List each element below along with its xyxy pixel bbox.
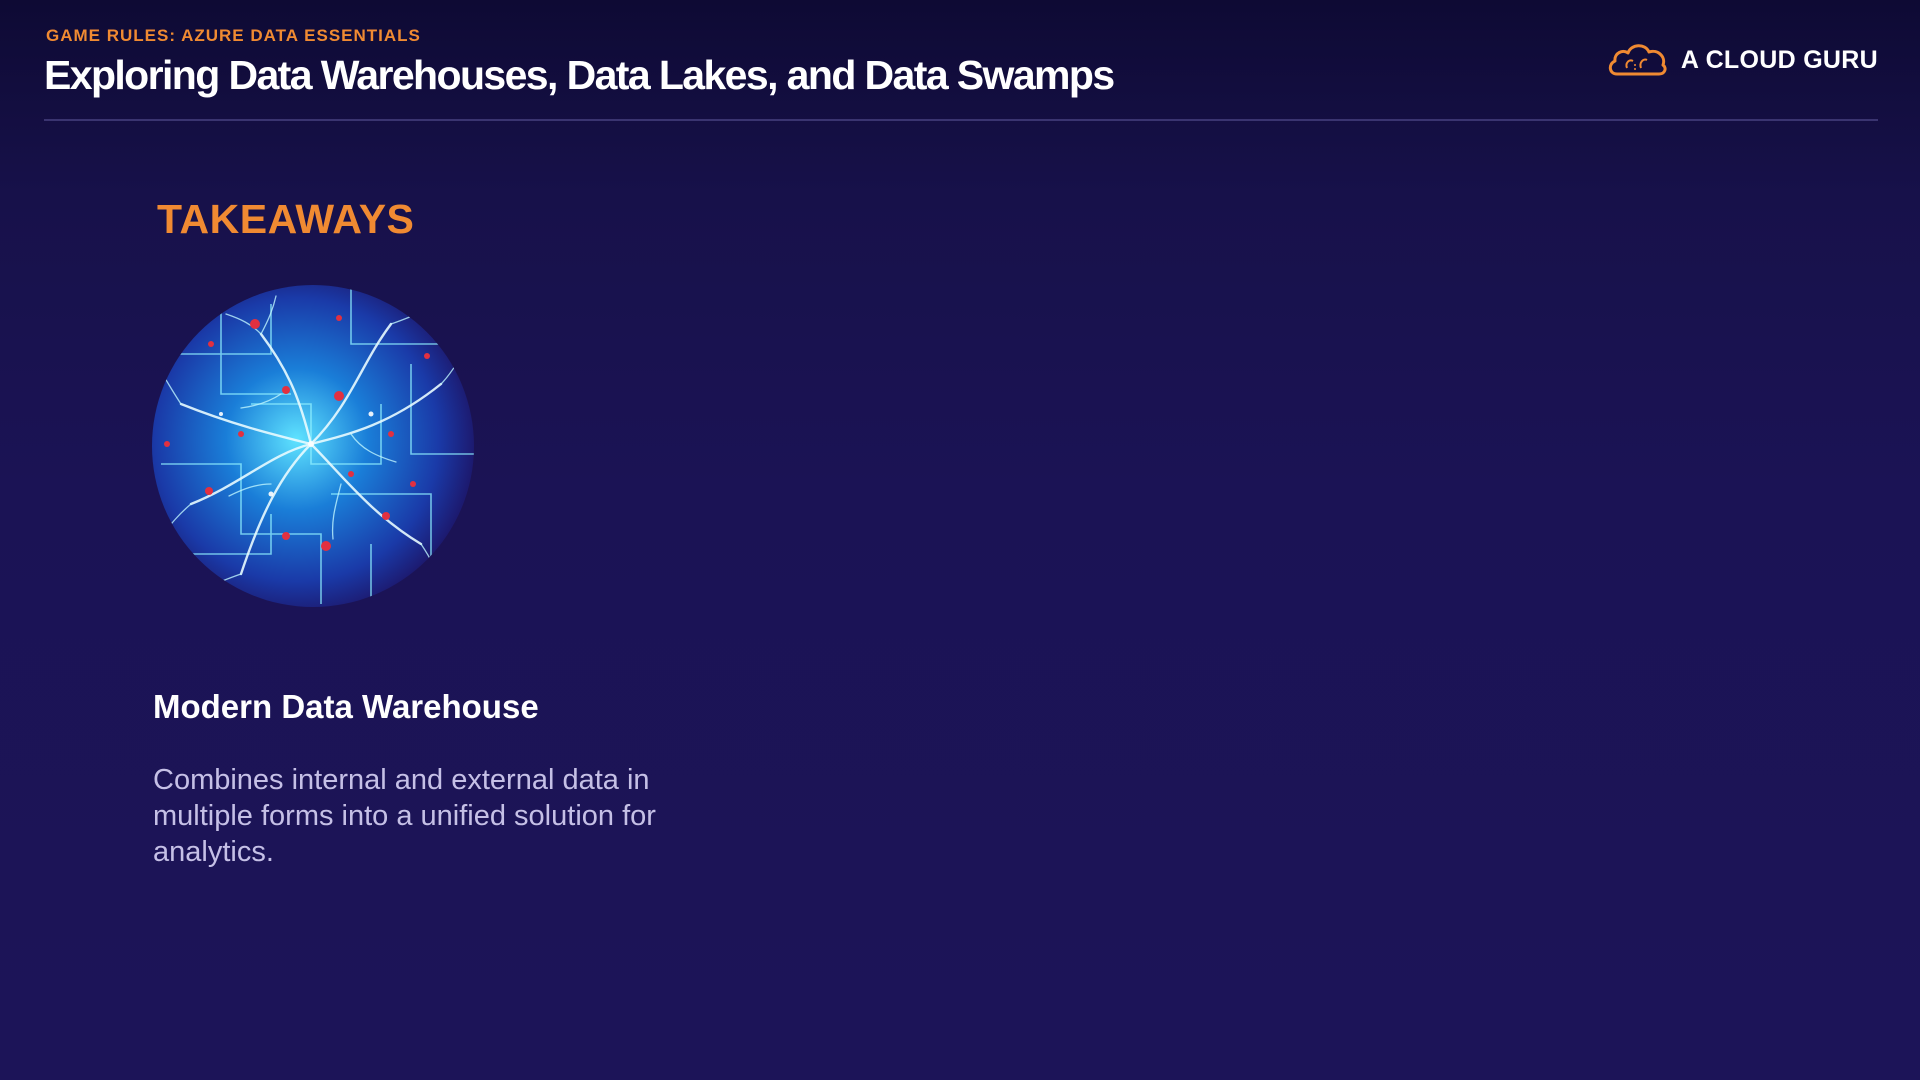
data-network-sphere-image — [152, 285, 474, 607]
slide-header: GAME RULES: AZURE DATA ESSENTIALS Explor… — [44, 26, 1878, 122]
course-eyebrow: GAME RULES: AZURE DATA ESSENTIALS — [46, 26, 421, 45]
slide-title: Exploring Data Warehouses, Data Lakes, a… — [44, 52, 1115, 98]
section-heading: TAKEAWAYS — [157, 196, 415, 242]
takeaway-description: Combines internal and external data in m… — [153, 764, 656, 868]
brand-logo: A CLOUD GURU — [1605, 38, 1878, 82]
brand-name: A CLOUD GURU — [1680, 45, 1878, 74]
cloud-icon — [1608, 44, 1667, 76]
takeaway-title: Modern Data Warehouse — [153, 688, 539, 725]
header-divider — [44, 119, 1878, 121]
